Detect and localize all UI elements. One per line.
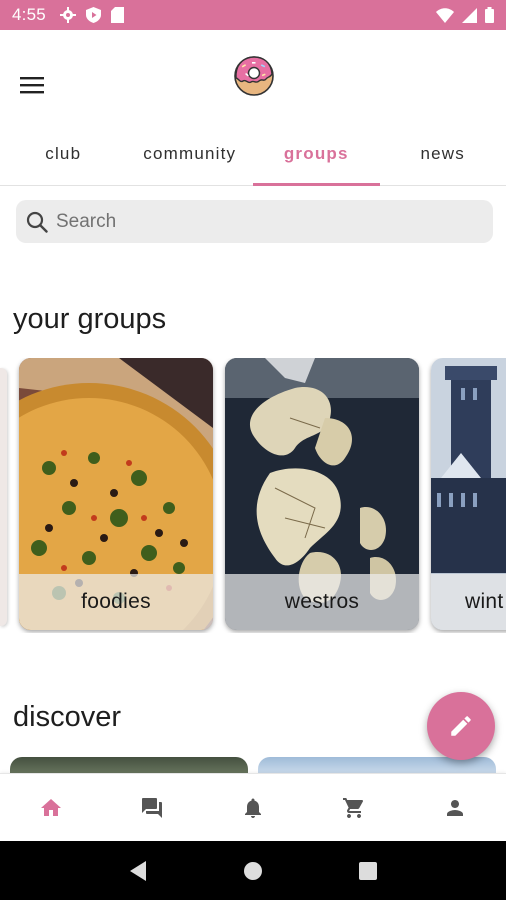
recents-square-icon: [359, 861, 378, 880]
battery-icon: [485, 7, 494, 23]
nav-notifications[interactable]: [202, 774, 303, 841]
search-bar: [16, 200, 493, 243]
your-groups-title: your groups: [13, 303, 167, 335]
group-name: wint: [431, 574, 506, 630]
tab-news[interactable]: news: [380, 122, 506, 185]
nav-cart[interactable]: [304, 774, 405, 841]
status-time: 4:55: [12, 5, 46, 24]
compose-fab-button[interactable]: [427, 692, 495, 760]
search-input[interactable]: [56, 210, 456, 233]
discover-title: discover: [13, 701, 121, 733]
group-card-wint[interactable]: wint: [431, 358, 506, 630]
bottom-navigation: [0, 773, 506, 841]
system-back-button[interactable]: [118, 851, 158, 891]
shield-play-icon: [85, 7, 101, 23]
group-card-foodies[interactable]: foodies: [19, 358, 213, 630]
group-name: foodies: [19, 574, 213, 630]
donut-logo: [232, 54, 276, 98]
pencil-icon: [451, 716, 471, 736]
status-bar: 4:55: [0, 0, 506, 30]
nav-profile[interactable]: [405, 774, 506, 841]
group-name: westros: [225, 574, 419, 630]
status-icons-right: [436, 7, 494, 23]
tab-club[interactable]: club: [0, 122, 127, 185]
home-circle-icon: [243, 861, 262, 880]
group-card-westros[interactable]: westros: [225, 358, 419, 630]
top-tabs: club community groups news: [0, 122, 506, 186]
app-bar: [0, 30, 506, 122]
nav-chat[interactable]: [101, 774, 202, 841]
chat-icon: [141, 797, 162, 818]
wifi-icon: [436, 7, 454, 23]
system-navigation-bar: [0, 841, 506, 900]
tab-community[interactable]: community: [127, 122, 254, 185]
hamburger-menu-icon: [20, 77, 44, 94]
system-home-button[interactable]: [233, 851, 273, 891]
hamburger-menu-button[interactable]: [14, 70, 50, 100]
groups-carousel: foodies westros wint: [0, 358, 506, 633]
search-icon: [26, 211, 48, 233]
bell-icon: [245, 798, 261, 818]
system-recents-button[interactable]: [348, 851, 388, 891]
home-icon: [40, 798, 61, 816]
signal-icon: [462, 7, 477, 23]
cart-icon: [343, 797, 364, 818]
nav-home[interactable]: [0, 774, 101, 841]
tab-groups[interactable]: groups: [253, 122, 380, 186]
previous-card-edge[interactable]: [0, 368, 7, 626]
person-icon: [447, 799, 464, 816]
sd-card-icon: [110, 7, 124, 23]
gear-icon: [59, 7, 76, 23]
back-triangle-icon: [129, 860, 146, 881]
status-icons-left: [59, 7, 124, 23]
